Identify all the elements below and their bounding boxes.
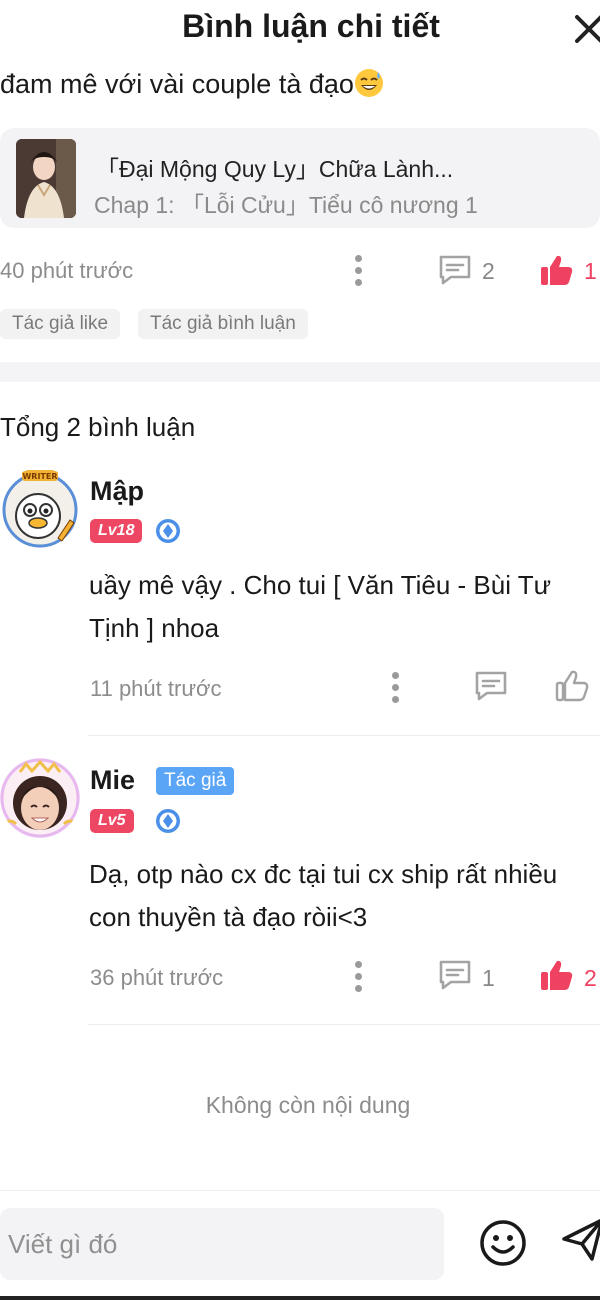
like-button[interactable] xyxy=(540,958,574,997)
level-badge: Lv5 xyxy=(90,809,134,833)
more-dot xyxy=(354,267,362,274)
story-title: 「Đại Mộng Quy Ly」Chữa Lành... xyxy=(96,156,454,182)
more-dot xyxy=(391,696,399,703)
close-button[interactable] xyxy=(574,12,600,46)
like-button[interactable] xyxy=(540,253,574,292)
more-dot xyxy=(391,684,399,691)
comment-username[interactable]: Mập xyxy=(90,476,144,507)
reply-button[interactable] xyxy=(474,670,508,707)
smiley-icon xyxy=(480,1220,526,1266)
comment-like-count: 2 xyxy=(584,965,597,991)
level-badge: Lv18 xyxy=(90,519,143,543)
header-bar: Bình luận chi tiết xyxy=(0,0,600,58)
author-badge: Tác giả xyxy=(156,767,235,795)
story-chapter: Chap 1: 「Lỗi Cửu」Tiểu cô nương 1 xyxy=(94,192,478,218)
comment-icon xyxy=(439,255,471,285)
tag-author-like: Tác giả like xyxy=(0,309,121,339)
story-cover-image xyxy=(16,139,76,218)
verified-badge-icon xyxy=(155,518,181,544)
more-dot xyxy=(354,985,362,992)
more-dot xyxy=(354,973,362,980)
comment-input-bar xyxy=(0,1190,600,1300)
comment-icon xyxy=(475,671,507,701)
comment-input[interactable] xyxy=(0,1208,444,1280)
post-text: đam mê với vài couple tà đạo xyxy=(0,68,384,100)
story-card[interactable]: 「Đại Mộng Quy Ly」Chữa Lành... Chap 1: 「L… xyxy=(0,128,600,228)
comment-username[interactable]: Mie xyxy=(90,765,135,796)
comment-icon xyxy=(439,960,471,990)
comment-divider xyxy=(88,1024,600,1025)
comment-button[interactable] xyxy=(438,254,472,291)
send-icon xyxy=(562,1219,600,1261)
thumbs-up-outline-icon xyxy=(555,670,589,702)
more-dot xyxy=(354,279,362,286)
post-like-count: 1 xyxy=(584,258,597,284)
svg-text:WRITER: WRITER xyxy=(22,472,57,481)
more-dot xyxy=(391,672,399,679)
comment-text: uầy mê vậy . Cho tui [ Văn Tiêu - Bùi Tư… xyxy=(89,570,552,643)
home-indicator xyxy=(0,1296,600,1300)
like-button[interactable] xyxy=(555,669,589,708)
comments-total: Tổng 2 bình luận xyxy=(0,412,196,442)
end-of-content-text: Không còn nội dung xyxy=(205,1092,411,1118)
reply-button[interactable] xyxy=(438,959,472,996)
more-options-button[interactable] xyxy=(389,672,401,706)
avatar[interactable] xyxy=(0,758,80,838)
comment-divider xyxy=(88,735,600,736)
grinning-sweat-emoji-icon xyxy=(354,69,383,97)
post-comment-count: 2 xyxy=(482,258,495,284)
post-time: 40 phút trước xyxy=(0,258,134,283)
avatar[interactable]: WRITER xyxy=(0,468,80,548)
post-text-content: đam mê với vài couple tà đạo xyxy=(0,69,354,99)
tag-author-comment: Tác giả bình luận xyxy=(138,309,308,339)
more-dot xyxy=(354,255,362,262)
verified-badge-icon xyxy=(155,808,181,834)
close-icon xyxy=(575,15,600,43)
send-button[interactable] xyxy=(560,1215,600,1263)
more-options-button[interactable] xyxy=(352,961,364,995)
thumbs-up-filled-icon xyxy=(541,255,573,285)
comment-time: 36 phút trước xyxy=(90,965,224,990)
post-meta-row: 40 phút trước 2 1 xyxy=(0,252,600,292)
section-divider xyxy=(0,362,600,382)
emoji-button[interactable] xyxy=(478,1218,528,1268)
more-options-button[interactable] xyxy=(352,255,364,289)
comment-text: Dạ, otp nào cx đc tại tui cx ship rất nh… xyxy=(89,859,558,932)
more-dot xyxy=(354,961,362,968)
comment-time: 11 phút trước xyxy=(90,676,222,701)
thumbs-up-filled-icon xyxy=(541,960,573,990)
page-title: Bình luận chi tiết xyxy=(182,8,440,44)
comment-reply-count: 1 xyxy=(482,965,495,991)
